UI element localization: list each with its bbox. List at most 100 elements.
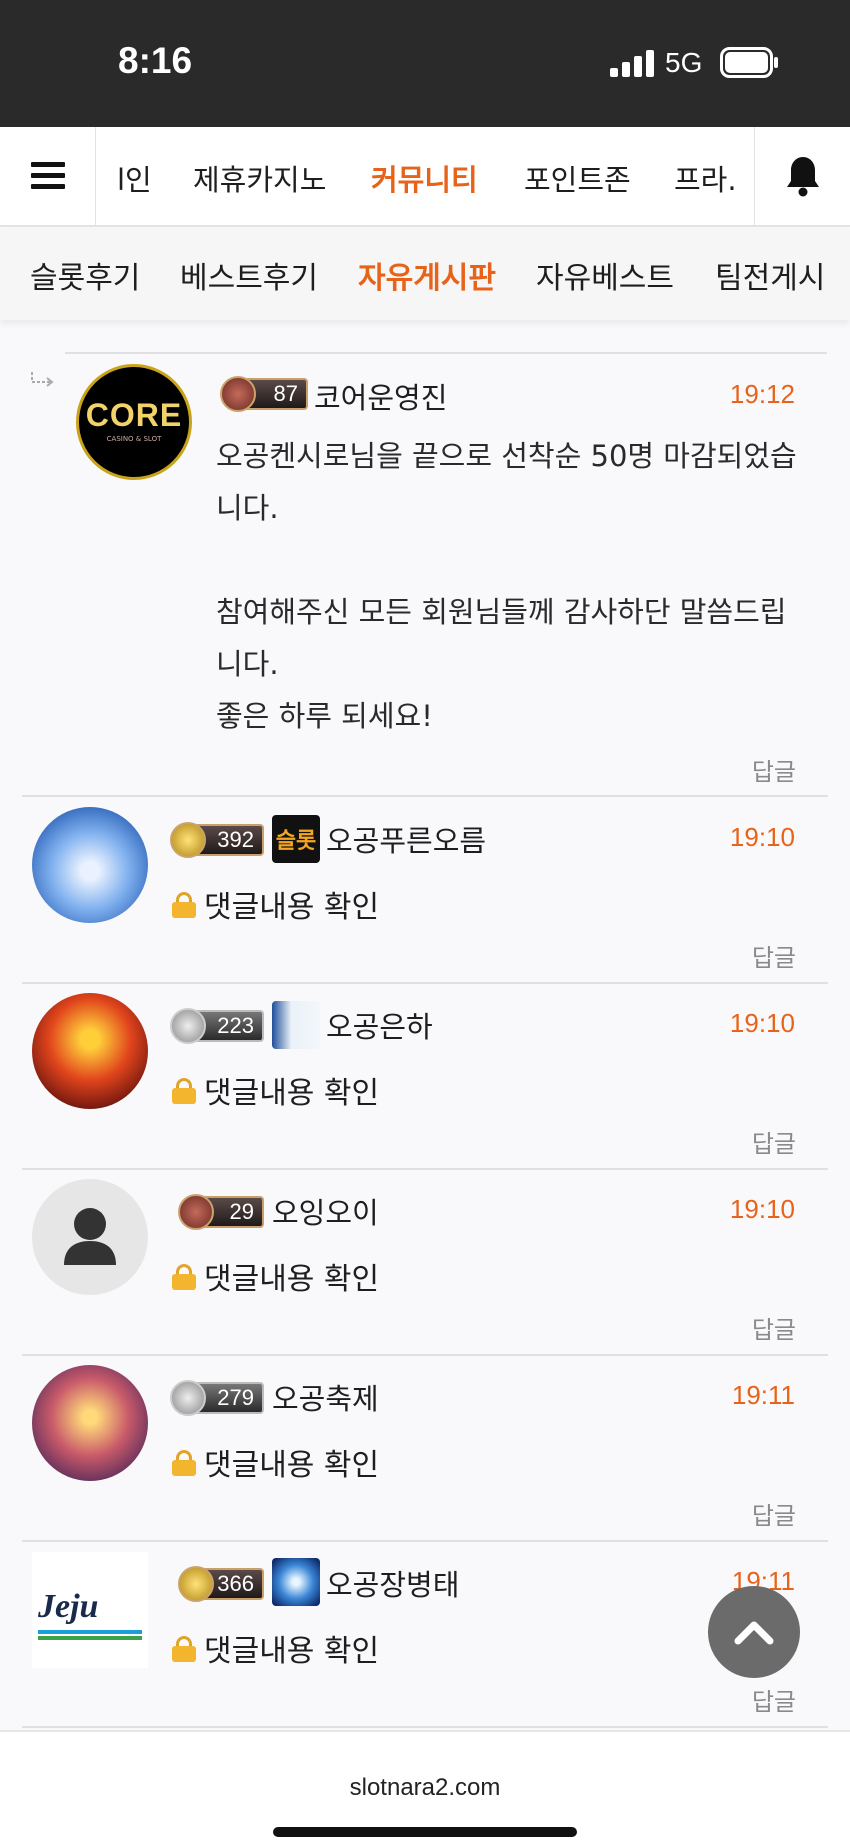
reply-button[interactable]: 답글 — [752, 1310, 796, 1345]
reply-arrow-icon — [31, 372, 54, 387]
comment-line: 참여해주신 모든 회원님들께 감사하단 말씀드립 — [216, 595, 787, 629]
avatar-logo-stripe — [38, 1636, 142, 1640]
reply-button[interactable]: 답글 — [752, 1682, 796, 1717]
avatar-logo-stripe — [38, 1630, 142, 1634]
locked-comment[interactable]: 댓글내용 확인 — [172, 1626, 379, 1670]
profile-tag-image — [272, 1001, 320, 1049]
level-gem-icon — [170, 1380, 206, 1416]
comment-body: 오공켄시로님을 끝으로 선착순 50명 마감되었습 니다. 참여해주신 모든 회… — [216, 430, 816, 742]
locked-comment[interactable]: 댓글내용 확인 — [172, 1068, 379, 1112]
battery-icon — [720, 47, 778, 78]
level-gem-icon — [220, 376, 256, 412]
author-name[interactable]: 오잉오이 — [272, 1190, 379, 1232]
comment-line: 오공켄시로님을 끝으로 선착순 50명 마감되었습 — [216, 439, 797, 473]
nav-item-premium[interactable]: 프라. — [674, 157, 737, 199]
notification-button[interactable] — [754, 127, 850, 225]
level-gem-icon — [178, 1566, 214, 1602]
locked-comment-label: 댓글내용 확인 — [204, 1076, 380, 1111]
level-badge: 279 — [170, 1380, 264, 1416]
scroll-to-top-button[interactable] — [708, 1586, 800, 1678]
avatar[interactable] — [32, 807, 148, 923]
avatar[interactable]: Jeju — [32, 1552, 148, 1668]
level-gem-icon — [170, 822, 206, 858]
comment-line: 니다. — [216, 491, 279, 525]
bell-icon — [786, 157, 819, 197]
level-number: 223 — [217, 1013, 254, 1038]
signal-icon — [610, 50, 654, 77]
level-gem-icon — [170, 1008, 206, 1044]
reply-button[interactable]: 답글 — [752, 752, 796, 787]
level-badge: 392 — [170, 822, 264, 858]
chevron-up-icon — [734, 1621, 774, 1645]
divider — [22, 1354, 828, 1356]
comment-time: 19:12 — [729, 379, 795, 409]
main-nav: l인 제휴카지노 커뮤니티 포인트존 프라. — [0, 127, 850, 227]
comment-list: CORE CASINO & SLOT 87 코어운영진 19:12 오공켄시로님… — [0, 320, 850, 1730]
menu-button[interactable] — [0, 127, 96, 225]
status-bar: 8:16 5G — [0, 0, 850, 127]
level-number: 87 — [273, 381, 298, 406]
avatar-logo-text: Jeju — [38, 1588, 99, 1625]
home-indicator[interactable] — [273, 1827, 577, 1837]
divider — [22, 1168, 828, 1170]
locked-comment[interactable]: 댓글내용 확인 — [172, 1254, 379, 1298]
nav-scroller[interactable]: l인 제휴카지노 커뮤니티 포인트존 프라. — [97, 127, 753, 225]
divider — [22, 1726, 828, 1728]
nav-item-community[interactable]: 커뮤니티 — [371, 157, 478, 199]
avatar[interactable]: CORE CASINO & SLOT — [76, 364, 192, 480]
avatar-logo-text: CORE — [85, 397, 183, 433]
level-badge: 366 — [178, 1566, 264, 1602]
author-name[interactable]: 오공장병태 — [326, 1562, 459, 1604]
author-name[interactable]: 오공은하 — [326, 1004, 433, 1046]
locked-comment-label: 댓글내용 확인 — [204, 1262, 380, 1297]
divider — [65, 352, 827, 354]
lock-icon — [172, 1636, 196, 1662]
comment-time: 19:10 — [729, 1008, 795, 1038]
nav-item-casino[interactable]: 제휴카지노 — [193, 157, 326, 199]
nav-item-point-zone[interactable]: 포인트존 — [524, 157, 631, 199]
lock-icon — [172, 1078, 196, 1104]
tab-free-board[interactable]: 자유게시판 — [358, 253, 496, 297]
lock-icon — [172, 1264, 196, 1290]
comment-blank-line — [216, 534, 816, 586]
author-name[interactable]: 오공푸른오름 — [326, 818, 486, 860]
avatar[interactable] — [32, 1365, 148, 1481]
avatar[interactable] — [32, 1179, 148, 1295]
comment-line: 니다. — [216, 647, 279, 681]
avatar[interactable] — [32, 993, 148, 1109]
tab-slot-review[interactable]: 슬롯후기 — [30, 253, 140, 297]
network-label: 5G — [665, 47, 703, 78]
site-url[interactable]: slotnara2.com — [0, 1774, 850, 1802]
default-user-icon — [64, 1208, 116, 1265]
level-gem-icon — [178, 1194, 214, 1230]
level-number: 29 — [229, 1199, 254, 1224]
reply-button[interactable]: 답글 — [752, 1496, 796, 1531]
level-badge: 87 — [220, 376, 308, 412]
level-number: 366 — [217, 1571, 254, 1596]
avatar-logo-sub: CASINO & SLOT — [106, 435, 162, 443]
browser-address-bar[interactable]: slotnara2.com — [0, 1730, 850, 1843]
nav-item-login[interactable]: l인 — [117, 157, 152, 199]
locked-comment-label: 댓글내용 확인 — [204, 1448, 380, 1483]
locked-comment[interactable]: 댓글내용 확인 — [172, 882, 379, 926]
reply-button[interactable]: 답글 — [752, 1124, 796, 1159]
tab-team-board[interactable]: 팀전게시 — [715, 253, 825, 297]
comment-time: 19:11 — [731, 1380, 795, 1410]
level-number: 392 — [217, 827, 254, 852]
lock-icon — [172, 1450, 196, 1476]
locked-comment-label: 댓글내용 확인 — [204, 890, 380, 925]
hamburger-icon — [30, 162, 65, 189]
slot-tag-badge: 슬롯 — [272, 815, 320, 863]
tab-free-best[interactable]: 자유베스트 — [536, 253, 674, 297]
locked-comment[interactable]: 댓글내용 확인 — [172, 1440, 379, 1484]
author-name[interactable]: 오공축제 — [272, 1376, 379, 1418]
reply-button[interactable]: 답글 — [752, 938, 796, 973]
comment-time: 19:10 — [729, 822, 795, 852]
comment-line: 좋은 하루 되세요! — [216, 699, 433, 733]
comment-time: 19:10 — [729, 1194, 795, 1224]
author-name[interactable]: 코어운영진 — [314, 375, 447, 417]
profile-tag-image — [272, 1558, 320, 1606]
board-tabs: 슬롯후기 베스트후기 자유게시판 자유베스트 팀전게시 — [0, 228, 850, 320]
lock-icon — [172, 892, 196, 918]
tab-best-review[interactable]: 베스트후기 — [180, 253, 318, 297]
